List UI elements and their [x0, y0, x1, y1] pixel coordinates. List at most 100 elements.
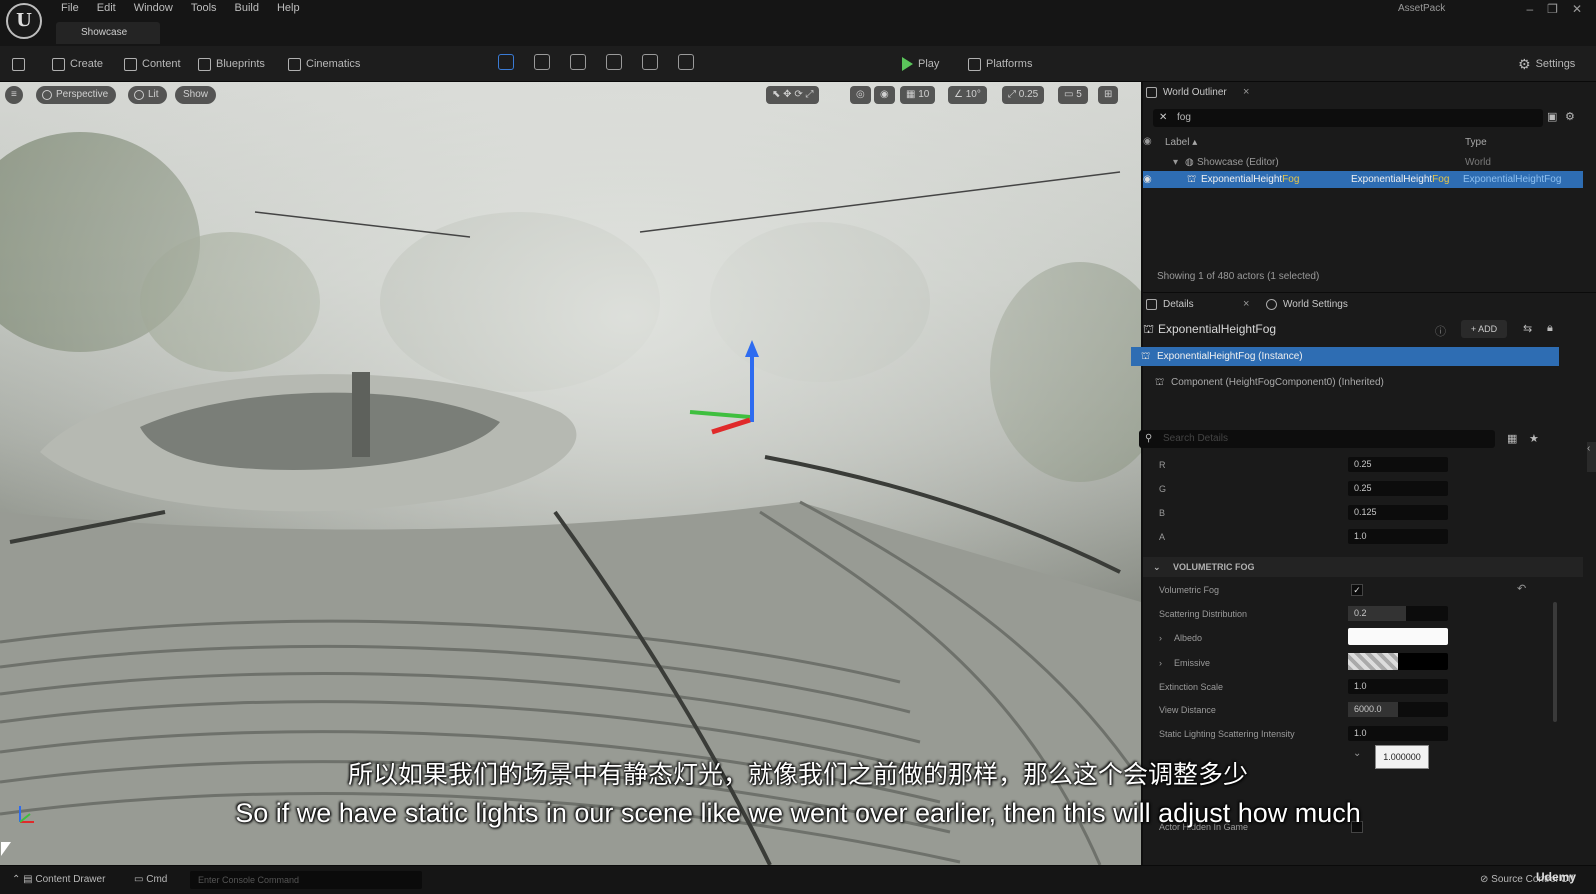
content-drawer-button[interactable]: ⌃ ▤ Content Drawer — [12, 874, 105, 885]
level-tab[interactable]: Showcase — [56, 22, 160, 44]
menu-tools[interactable]: Tools — [182, 1, 226, 15]
outliner-settings-icon[interactable]: ⚙ — [1565, 110, 1575, 123]
static-lighting-value[interactable]: 1.0 — [1348, 726, 1448, 741]
scale-snap[interactable]: ⤢ 0.25 — [1002, 86, 1045, 104]
actor-icon: ⛫ — [1143, 322, 1155, 336]
viewport-menu-button[interactable]: ≡ — [5, 86, 23, 104]
mesh-paint-mode-icon[interactable] — [606, 54, 622, 70]
camera-speed[interactable]: ▭ 5 — [1058, 86, 1088, 104]
eye-icon[interactable]: ◉ — [1143, 171, 1152, 188]
add-component-button[interactable]: + ADD — [1461, 320, 1507, 338]
table-view-icon[interactable]: ▦ — [1507, 432, 1517, 445]
create-button[interactable]: Create — [52, 54, 103, 74]
rotation-snap[interactable]: ∠ 10° — [948, 86, 987, 104]
modeling-mode-icon[interactable] — [642, 54, 658, 70]
platforms-button[interactable]: Platforms — [968, 54, 1032, 74]
volumetric-fog-section[interactable]: ⌄ VOLUMETRIC FOG — [1143, 557, 1583, 577]
albedo-color-swatch[interactable] — [1348, 628, 1448, 645]
menu-window[interactable]: Window — [125, 1, 182, 15]
terminal-icon: ▭ — [134, 874, 147, 885]
minimize-icon[interactable]: – — [1526, 2, 1533, 16]
chevron-right-icon[interactable]: › — [1159, 658, 1162, 668]
lit-button[interactable]: Lit — [128, 86, 167, 104]
grid-snap[interactable]: ▦ 10 — [900, 86, 936, 104]
tab-world-outliner[interactable]: World Outliner — [1143, 82, 1227, 104]
extinction-scale-value[interactable]: 1.0 — [1348, 679, 1448, 694]
surface-snap[interactable]: ◉ — [874, 86, 895, 104]
landscape-mode-icon[interactable] — [534, 54, 550, 70]
cmd-label: Cmd — [146, 874, 168, 885]
perspective-button[interactable]: Perspective — [36, 86, 117, 104]
cinematics-button[interactable]: Cinematics — [288, 54, 360, 74]
blueprint-icon[interactable]: ⇆ — [1523, 322, 1532, 335]
settings-label: Settings — [1535, 58, 1576, 70]
outliner-row-fog[interactable]: ◉ ⛫ ExponentialHeightFog ExponentialHeig… — [1143, 171, 1583, 188]
fracture-mode-icon[interactable] — [678, 54, 694, 70]
type-column-header[interactable]: Type — [1465, 137, 1487, 148]
emissive-color-swatch[interactable] — [1348, 653, 1448, 670]
hamburger-icon: ≡ — [11, 89, 17, 100]
scattering-distribution-value[interactable]: 0.2 — [1348, 606, 1448, 621]
chevron-right-icon[interactable]: › — [1159, 633, 1162, 643]
prop-g-value[interactable]: 0.25 — [1348, 481, 1448, 496]
content-icon — [124, 57, 137, 71]
world-local-toggle[interactable]: ◎ — [850, 86, 871, 104]
info-icon[interactable]: ⓘ — [1435, 323, 1446, 339]
star-icon[interactable]: ★ — [1529, 432, 1539, 445]
udemy-watermark: Udemy — [1536, 870, 1577, 884]
reset-arrow-icon[interactable]: ↶ — [1517, 582, 1526, 595]
visibility-icon[interactable]: ◉ — [1143, 136, 1152, 147]
menu-build[interactable]: Build — [226, 1, 268, 15]
camera-speed-value: 5 — [1076, 89, 1082, 100]
volumetric-fog-checkbox[interactable]: ✓ — [1351, 584, 1363, 596]
unreal-logo-icon[interactable]: U — [6, 3, 42, 39]
menu-help[interactable]: Help — [268, 1, 309, 15]
view-distance-value[interactable]: 6000.0 — [1348, 702, 1448, 717]
tab-details[interactable]: Details — [1143, 294, 1194, 316]
select-mode-icon[interactable] — [498, 54, 514, 70]
save-button[interactable] — [12, 54, 25, 74]
emissive-text: Emissive — [1174, 658, 1211, 668]
transform-tools[interactable]: ⬉ ✥ ⟳ ⤢ — [766, 86, 820, 104]
menu-file[interactable]: File — [52, 1, 88, 15]
folder-icon[interactable]: ▣ — [1547, 110, 1557, 123]
source-control-icon: ⊘ — [1480, 874, 1492, 885]
outliner-search-input[interactable]: ✕ fog — [1153, 109, 1543, 127]
close-outliner-icon[interactable]: × — [1243, 86, 1249, 98]
maximize-viewport-button[interactable]: ⊞ — [1098, 86, 1119, 104]
details-search-input[interactable]: ⚲ Search Details — [1139, 430, 1495, 448]
expand-arrow-icon[interactable]: ▾ — [1173, 154, 1178, 171]
clear-search-icon[interactable]: ✕ — [1159, 109, 1167, 127]
component-row-instance[interactable]: ⛫ ExponentialHeightFog (Instance) — [1131, 347, 1559, 366]
collapse-panel-handle[interactable]: ‹ — [1587, 442, 1596, 472]
world-outliner-label: World Outliner — [1163, 87, 1227, 98]
outliner-row-world[interactable]: ▾ ◍ Showcase (Editor) World — [1143, 154, 1583, 171]
create-label: Create — [70, 58, 104, 70]
scale-icon: ⤢ — [1008, 89, 1019, 100]
component-row-fog[interactable]: ⛫ Component (HeightFogComponent0) (Inher… — [1155, 374, 1595, 391]
console-command-input[interactable]: Enter Console Command — [190, 871, 422, 889]
actor-icon: ⛫ — [1141, 351, 1151, 362]
prop-b-value[interactable]: 0.125 — [1348, 505, 1448, 520]
settings-button[interactable]: ⚙ Settings — [1518, 54, 1575, 74]
tab-world-settings[interactable]: World Settings — [1263, 294, 1348, 316]
subtitle-chinese: 所以如果我们的场景中有静态灯光，就像我们之前做的那样，那么这个会调整多少 — [347, 760, 1248, 789]
prop-a-value[interactable]: 1.0 — [1348, 529, 1448, 544]
content-drawer-label: Content Drawer — [35, 874, 106, 885]
label-column-header[interactable]: Label ▴ — [1165, 137, 1197, 148]
cmd-button[interactable]: ▭ Cmd — [134, 874, 167, 885]
close-icon[interactable]: ✕ — [1572, 2, 1582, 16]
content-button[interactable]: Content — [124, 54, 181, 74]
menu-edit[interactable]: Edit — [88, 1, 125, 15]
blueprints-button[interactable]: Blueprints — [198, 54, 265, 74]
details-scrollbar[interactable] — [1553, 602, 1557, 722]
foliage-mode-icon[interactable] — [570, 54, 586, 70]
restore-icon[interactable]: ❐ — [1547, 2, 1558, 16]
play-button[interactable]: Play — [902, 54, 939, 74]
close-details-icon[interactable]: × — [1243, 298, 1249, 310]
gear-icon: ⚙ — [1518, 55, 1531, 72]
show-button[interactable]: Show — [175, 86, 217, 104]
lock-icon[interactable]: 🔒︎ — [1547, 322, 1553, 335]
prop-r-value[interactable]: 0.25 — [1348, 457, 1448, 472]
level-viewport[interactable]: ≡ Perspective Lit Show ⬉ ✥ ⟳ ⤢ ◎ ◉ ▦ 10 … — [0, 82, 1141, 865]
